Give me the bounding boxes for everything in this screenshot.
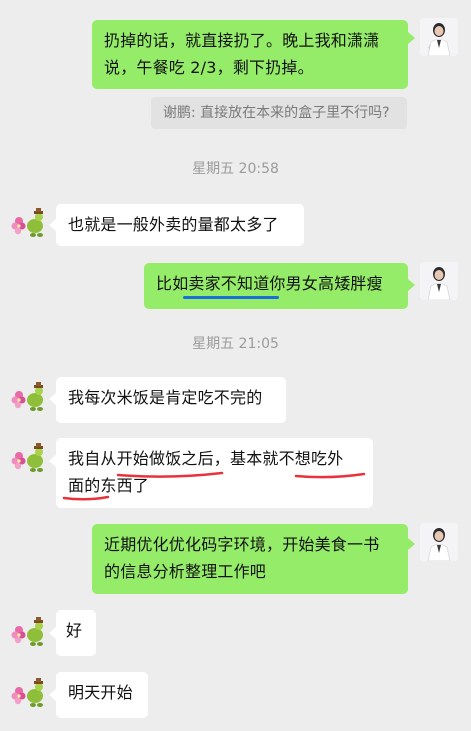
message-bubble-received[interactable]: 好 [56,610,96,656]
bubble-tail [408,538,415,550]
avatar-self[interactable] [420,523,458,561]
message-bubble-received[interactable]: 明天开始 [56,672,148,718]
bubble-tail [49,627,56,639]
avatar-contact[interactable] [9,675,47,713]
message-text-line: 近期优化优化码字环境，开始美食一书 [104,535,380,554]
avatar-contact[interactable] [9,614,47,652]
message-text: 好 [66,621,83,640]
message-bubble-sent[interactable]: 近期优化优化码字环境，开始美食一书 的信息分析整理工作吧 [92,524,408,594]
message-text: 明天开始 [68,683,133,702]
bubble-tail [49,689,56,701]
message-text-line: 的信息分析整理工作吧 [104,562,267,581]
